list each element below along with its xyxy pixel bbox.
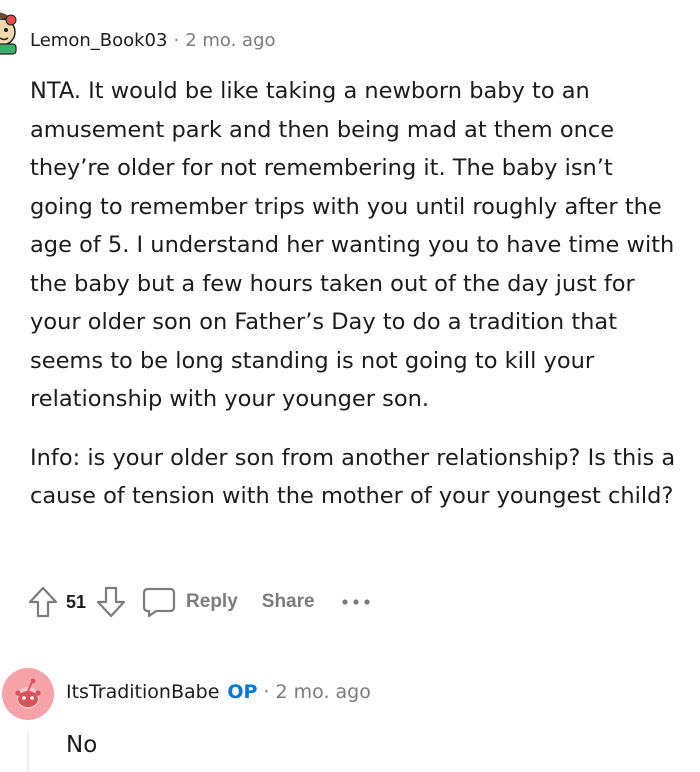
- reply-button[interactable]: Reply: [142, 586, 238, 618]
- separator-dot: ·: [263, 681, 270, 703]
- comment-meta: Lemon_Book03 · 2 mo. ago: [30, 28, 276, 54]
- comment-actions: 51 Reply Share: [28, 580, 371, 624]
- op-badge: OP: [227, 681, 258, 703]
- upvote-arrow-icon: [28, 586, 58, 618]
- author-name[interactable]: Lemon_Book03: [30, 30, 167, 51]
- snoo-avatar-icon: [2, 668, 54, 720]
- avatar[interactable]: [0, 8, 20, 56]
- author-name[interactable]: ItsTraditionBabe: [66, 681, 219, 703]
- downvote-button[interactable]: [96, 586, 126, 618]
- reply-label: Reply: [186, 591, 238, 612]
- separator-dot: ·: [173, 30, 180, 51]
- speech-bubble-icon: [142, 587, 176, 618]
- more-dots-icon: [341, 599, 370, 605]
- share-button[interactable]: Share: [262, 591, 315, 613]
- comment-paragraph: Info: is your older son from another rel…: [30, 444, 676, 510]
- snoo-avatar-icon: [0, 12, 17, 55]
- timestamp[interactable]: 2 mo. ago: [185, 30, 275, 51]
- vote-score: 51: [66, 591, 87, 612]
- timestamp[interactable]: 2 mo. ago: [276, 681, 371, 703]
- thread-line[interactable]: [27, 732, 29, 772]
- avatar[interactable]: [2, 668, 54, 720]
- comment-body: No: [66, 732, 98, 758]
- comment-paragraph: NTA. It would be like taking a newborn b…: [30, 78, 675, 412]
- comment-body: NTA. It would be like taking a newborn b…: [30, 72, 680, 536]
- upvote-button[interactable]: [28, 586, 58, 618]
- comment-meta: ItsTraditionBabe OP · 2 mo. ago: [66, 678, 371, 706]
- downvote-arrow-icon: [96, 586, 126, 618]
- comment-reply: ItsTraditionBabe OP · 2 mo. ago No: [0, 660, 700, 772]
- more-options-button[interactable]: [341, 598, 371, 606]
